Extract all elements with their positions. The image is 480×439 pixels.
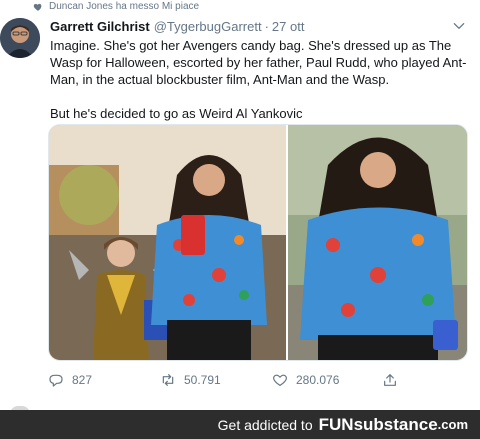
photo-left[interactable]	[49, 125, 286, 361]
reply-button[interactable]: 827	[48, 372, 92, 388]
reply-icon	[49, 374, 63, 387]
heart-icon	[33, 3, 42, 11]
retweet-count: 50.791	[184, 373, 221, 387]
logo-substance: substance	[353, 414, 438, 434]
author-name[interactable]: Garrett Gilchrist	[50, 19, 150, 34]
author-handle[interactable]: @TygerbugGarrett	[154, 19, 262, 34]
tweet-text: Imagine. She's got her Avengers candy ba…	[50, 37, 470, 122]
like-icon	[273, 374, 287, 386]
share-button[interactable]	[382, 372, 406, 388]
like-button[interactable]: 280.076	[272, 372, 339, 388]
tweet-paragraph-2: But he's decided to go as Weird Al Yanko…	[50, 106, 303, 121]
avatar-image	[0, 18, 40, 58]
chevron-down-icon[interactable]	[452, 19, 466, 33]
share-icon	[384, 374, 396, 386]
funsubstance-logo[interactable]: FUN substance .com	[319, 415, 468, 435]
footer-text: Get addicted to	[217, 416, 313, 433]
tweet-paragraph-1: Imagine. She's got her Avengers candy ba…	[50, 38, 467, 87]
separator: ·	[264, 18, 269, 34]
tweet-header: Garrett Gilchrist @TygerbugGarrett · 27 …	[50, 18, 304, 34]
tweet-date[interactable]: 27 ott	[272, 19, 305, 34]
photo-right[interactable]	[288, 125, 468, 361]
footer-banner[interactable]: Get addicted to FUN substance .com	[0, 410, 480, 439]
logo-fun: FUN	[318, 414, 354, 434]
avatar[interactable]	[0, 18, 40, 58]
social-context: Duncan Jones ha messo Mi piace	[0, 0, 480, 14]
tweet-media[interactable]	[48, 124, 468, 361]
like-count: 280.076	[296, 373, 340, 387]
logo-tld: .com	[437, 417, 468, 432]
tweet-actions: 827 50.791 280.076	[48, 372, 468, 392]
retweet-icon	[162, 374, 174, 386]
liked-by-text[interactable]: Duncan Jones ha messo Mi piace	[49, 1, 199, 12]
retweet-button[interactable]: 50.791	[160, 372, 221, 388]
reply-count: 827	[72, 373, 93, 387]
